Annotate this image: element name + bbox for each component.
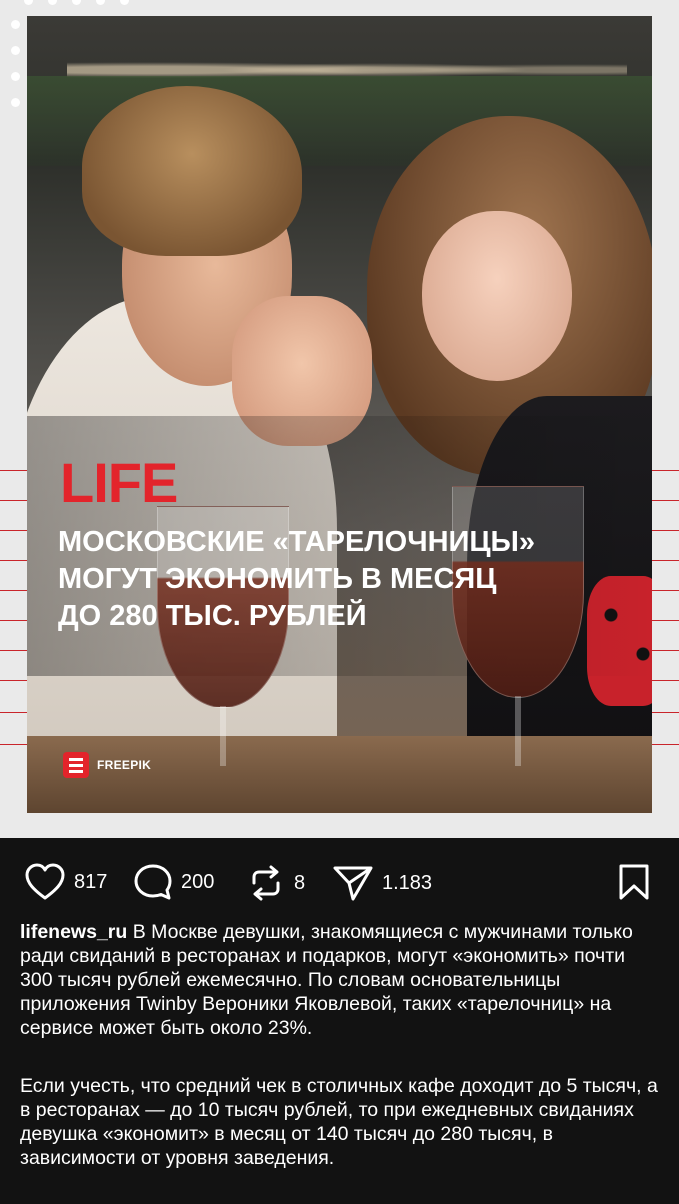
photo-credit-label: FREEPIK [97, 758, 152, 772]
headline-line: МОСКОВСКИЕ «ТАРЕЛОЧНИЦЫ» [58, 526, 536, 558]
woman-face [422, 211, 572, 381]
send-icon [333, 866, 373, 901]
save-button[interactable] [617, 863, 651, 906]
photo-credit: FREEPIK [63, 752, 151, 778]
caption-paragraph: Если учесть, что средний чек в столичных… [20, 1074, 660, 1170]
share-button[interactable]: 1.183 [332, 863, 432, 903]
comment-button[interactable]: 200 [133, 863, 214, 901]
post-actions-bar: 817 200 8 1.183 [0, 855, 679, 905]
shares-count: 1.183 [382, 871, 433, 894]
caption-username[interactable]: lifenews_ru [20, 921, 127, 943]
repost-button[interactable]: 8 [246, 863, 305, 903]
headline-line: ДО 280 ТЫС. РУБЛЕЙ [58, 600, 367, 632]
freepik-icon [63, 752, 89, 778]
caption-paragraph: lifenews_ru В Москве девушки, знакомящие… [20, 920, 660, 1040]
headline-line: МОГУТ ЭКОНОМИТЬ В МЕСЯЦ [58, 563, 497, 595]
life-logo: LIFE [60, 451, 178, 514]
post-caption: lifenews_ru В Москве девушки, знакомящие… [20, 920, 660, 1204]
wine-glass-right-stem [515, 696, 521, 766]
reposts-count: 8 [294, 871, 306, 894]
wine-glass-left-stem [220, 706, 226, 766]
post-media-frame: LIFE МОСКОВСКИЕ «ТАРЕЛОЧНИЦЫ» МОГУТ ЭКОН… [0, 0, 679, 838]
caption-text: Если учесть, что средний чек в столичных… [20, 1075, 658, 1169]
like-button[interactable]: 817 [24, 863, 107, 901]
post-headline: МОСКОВСКИЕ «ТАРЕЛОЧНИЦЫ» МОГУТ ЭКОНОМИТЬ… [58, 524, 618, 635]
repost-icon [252, 865, 280, 901]
comment-icon [134, 864, 172, 900]
comments-count: 200 [181, 870, 215, 893]
post-photo[interactable] [27, 16, 652, 813]
heart-icon [25, 863, 65, 900]
bookmark-icon [619, 864, 649, 900]
likes-count: 817 [74, 870, 108, 893]
